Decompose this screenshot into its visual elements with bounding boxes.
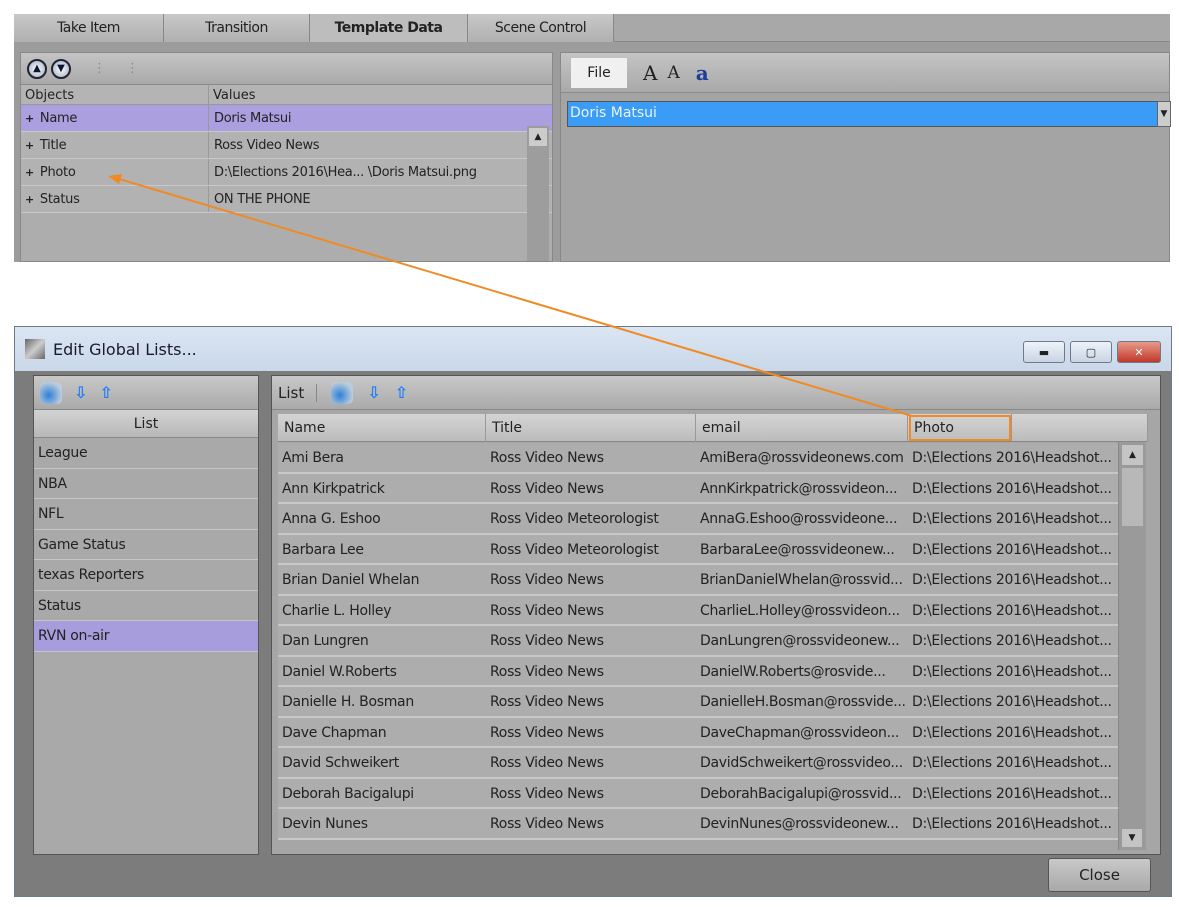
annotation-arrow bbox=[108, 174, 913, 417]
arrow-line bbox=[115, 177, 913, 417]
arrow-head bbox=[108, 174, 122, 184]
